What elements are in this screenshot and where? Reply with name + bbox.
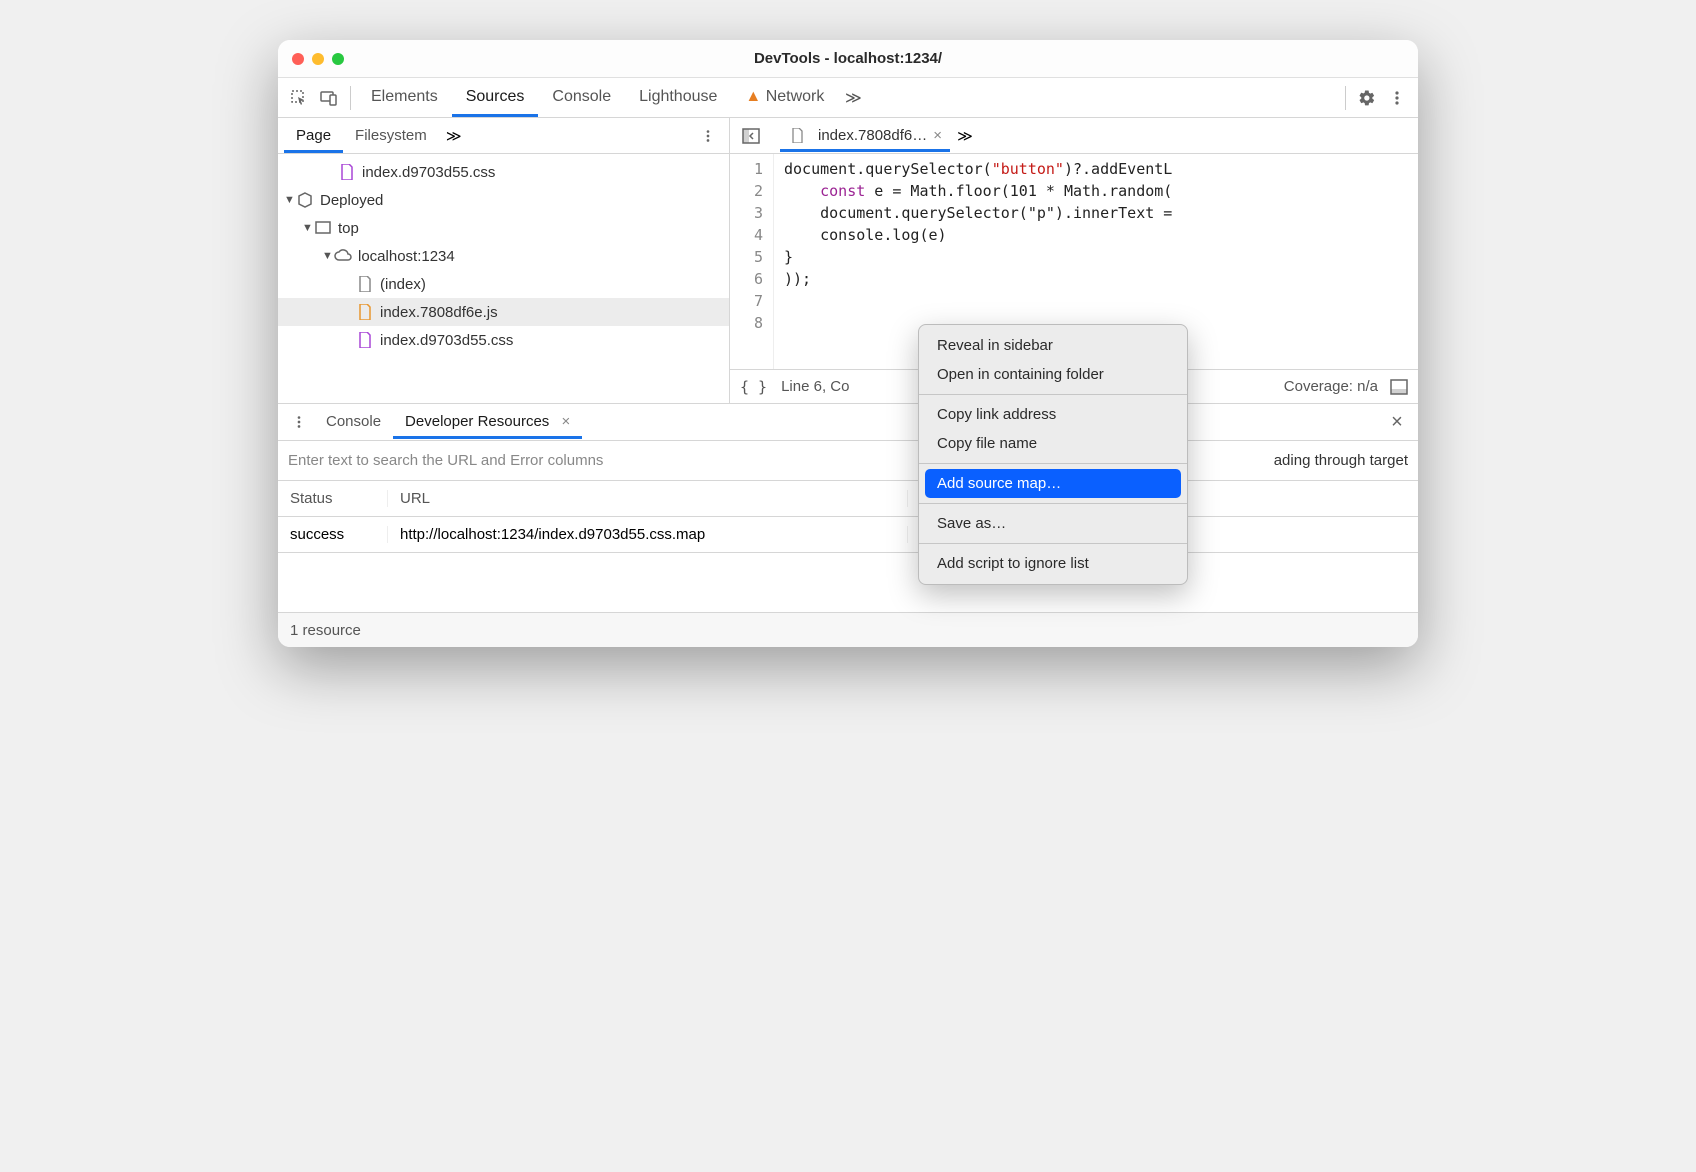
menu-separator <box>919 463 1187 464</box>
window-minimize-button[interactable] <box>312 53 324 65</box>
toggle-navigator-icon[interactable] <box>736 121 766 151</box>
file-icon <box>338 164 356 180</box>
window-zoom-button[interactable] <box>332 53 344 65</box>
tree-deployed[interactable]: ▼ Deployed <box>278 186 729 214</box>
menu-separator <box>919 394 1187 395</box>
close-tab-icon[interactable]: × <box>933 127 942 144</box>
file-css[interactable]: index.d9703d55.css <box>278 158 729 186</box>
menu-copy-link[interactable]: Copy link address <box>919 400 1187 429</box>
col-url[interactable]: URL <box>388 490 908 507</box>
file-icon <box>788 128 806 143</box>
tree-label: top <box>338 220 359 237</box>
file-label: index.7808df6e.js <box>380 304 498 321</box>
window-title: DevTools - localhost:1234/ <box>278 50 1418 67</box>
file-label: (index) <box>380 276 426 293</box>
navigator-pane: Page Filesystem ≫ index.d9703d55.css ▼ D… <box>278 118 730 403</box>
tree-label: Deployed <box>320 192 383 209</box>
tab-console[interactable]: Console <box>538 79 625 117</box>
col-status[interactable]: Status <box>278 490 388 507</box>
expand-icon: ▼ <box>302 222 314 234</box>
expand-icon: ▼ <box>322 250 334 262</box>
table-row[interactable]: success http://localhost:1234/index.d970… <box>278 517 1418 553</box>
tree-top[interactable]: ▼ top <box>278 214 729 242</box>
file-label: index.d9703d55.css <box>362 164 495 181</box>
file-label: index.d9703d55.css <box>380 332 513 349</box>
close-tab-icon[interactable]: × <box>561 413 570 430</box>
divider <box>350 86 351 110</box>
menu-open-folder[interactable]: Open in containing folder <box>919 360 1187 389</box>
more-editor-tabs-icon[interactable]: ≫ <box>950 121 980 151</box>
menu-save-as[interactable]: Save as… <box>919 509 1187 538</box>
expand-icon: ▼ <box>284 194 296 206</box>
tab-network[interactable]: ▲ Network <box>731 79 838 117</box>
file-index[interactable]: (index) <box>278 270 729 298</box>
file-js[interactable]: index.7808df6e.js <box>278 298 729 326</box>
cell-status: success <box>278 526 388 543</box>
drawer-tab-devres[interactable]: Developer Resources × <box>393 405 582 439</box>
inspect-element-icon[interactable] <box>284 83 314 113</box>
divider <box>1345 86 1346 110</box>
file-icon <box>356 304 374 320</box>
device-toolbar-icon[interactable] <box>314 83 344 113</box>
editor-tab[interactable]: index.7808df6… × <box>780 120 950 152</box>
drawer-tabs: Console Developer Resources × × <box>278 403 1418 441</box>
menu-copy-filename[interactable]: Copy file name <box>919 429 1187 458</box>
navigator-tab-filesystem[interactable]: Filesystem <box>343 119 439 153</box>
kebab-menu-icon[interactable] <box>1382 83 1412 113</box>
tree-host[interactable]: ▼ localhost:1234 <box>278 242 729 270</box>
context-menu: Reveal in sidebar Open in containing fol… <box>918 324 1188 585</box>
pretty-print-icon[interactable]: { } <box>740 378 767 396</box>
drawer-tab-console[interactable]: Console <box>314 405 393 439</box>
tree-label: localhost:1234 <box>358 248 455 265</box>
tab-lighthouse[interactable]: Lighthouse <box>625 79 731 117</box>
more-navigator-tabs-icon[interactable]: ≫ <box>439 121 469 151</box>
close-drawer-icon[interactable]: × <box>1382 407 1412 437</box>
table-blank <box>278 553 1418 613</box>
file-icon <box>356 276 374 292</box>
load-through-target-label: ading through target <box>1274 452 1408 469</box>
menu-add-source-map[interactable]: Add source map… <box>925 469 1181 498</box>
deployed-icon <box>296 192 314 208</box>
tab-sources[interactable]: Sources <box>452 79 539 117</box>
cursor-position: Line 6, Co <box>781 378 849 395</box>
cloud-icon <box>334 249 352 263</box>
file-css2[interactable]: index.d9703d55.css <box>278 326 729 354</box>
navigator-tab-page[interactable]: Page <box>284 119 343 153</box>
more-tabs-icon[interactable]: ≫ <box>838 83 868 113</box>
settings-icon[interactable] <box>1352 83 1382 113</box>
menu-add-ignore-list[interactable]: Add script to ignore list <box>919 549 1187 578</box>
tab-elements[interactable]: Elements <box>357 79 452 117</box>
frame-icon <box>314 221 332 235</box>
line-gutter: 12345678 <box>730 154 774 369</box>
warning-icon: ▲ <box>745 88 761 105</box>
coverage-label: Coverage: n/a <box>1284 378 1378 395</box>
toggle-sidebar-icon[interactable] <box>1390 379 1408 395</box>
drawer-menu-icon[interactable] <box>284 407 314 437</box>
devtools-window: DevTools - localhost:1234/ Elements Sour… <box>278 40 1418 647</box>
titlebar: DevTools - localhost:1234/ <box>278 40 1418 78</box>
editor-tab-label: index.7808df6… <box>818 127 927 144</box>
navigator-menu-icon[interactable] <box>693 121 723 151</box>
main-toolbar: Elements Sources Console Lighthouse ▲ Ne… <box>278 78 1418 118</box>
resource-count: 1 resource <box>290 622 361 639</box>
menu-separator <box>919 543 1187 544</box>
file-icon <box>356 332 374 348</box>
menu-reveal-in-sidebar[interactable]: Reveal in sidebar <box>919 331 1187 360</box>
drawer-footer: 1 resource <box>278 613 1418 647</box>
cell-url: http://localhost:1234/index.d9703d55.css… <box>388 526 908 543</box>
menu-separator <box>919 503 1187 504</box>
table-header: Status URL Error <box>278 481 1418 517</box>
window-close-button[interactable] <box>292 53 304 65</box>
tab-network-label: Network <box>766 88 825 105</box>
